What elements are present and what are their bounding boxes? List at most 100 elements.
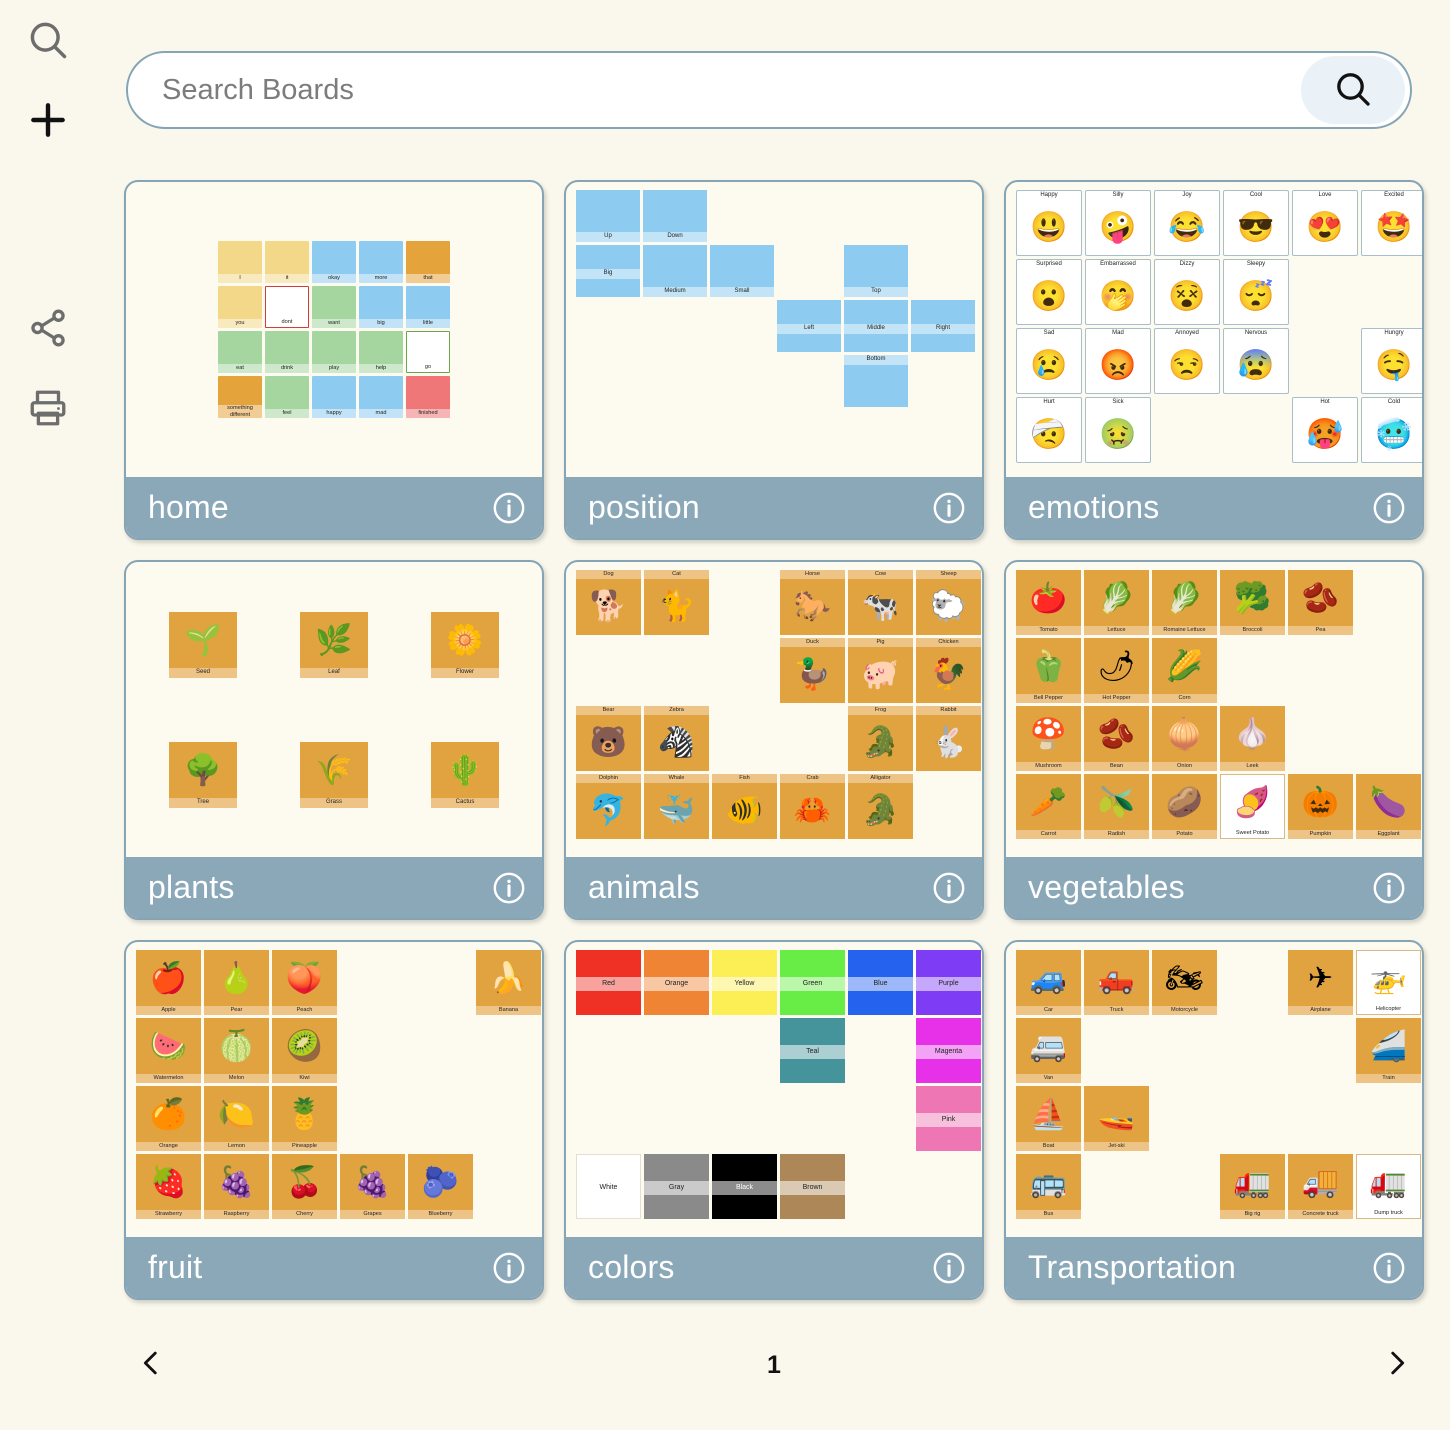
board-cell[interactable]: Nervous 😰 — [1223, 328, 1289, 394]
board-cell[interactable]: 🐈 Cat — [644, 570, 709, 635]
board-cell[interactable]: 🐓 Chicken — [916, 638, 981, 703]
board-cell[interactable]: more — [359, 241, 403, 283]
board-cell[interactable]: 🚤 Jet-ski — [1084, 1086, 1149, 1151]
board-cell[interactable]: drink — [265, 331, 309, 373]
board-cell[interactable]: Annoyed 😒 — [1154, 328, 1220, 394]
board-cell[interactable]: 🐊 Frog — [848, 706, 913, 771]
board-cell[interactable]: 🥬 Romaine Lettuce — [1152, 570, 1217, 635]
board-cell[interactable]: Teal — [780, 1018, 845, 1083]
board-cell[interactable]: Green — [780, 950, 845, 1015]
board-cell[interactable]: Pink — [916, 1086, 981, 1151]
sidebar-add-button[interactable] — [20, 92, 76, 148]
board-card-emotions[interactable]: Happy 😃 Silly 🤪 Joy 😂 Cool 😎 Love 😍 Excited 🤩 Surpri… — [1004, 180, 1424, 540]
board-cell[interactable]: 🐄 Cow — [848, 570, 913, 635]
board-card-colors[interactable]: Red Orange Yellow Green Blue Purple Teal Magent… — [564, 940, 984, 1300]
board-cell[interactable]: 🧅 Onion — [1152, 706, 1217, 771]
board-cell[interactable]: Hot 🥵 — [1292, 397, 1358, 463]
board-card-plants[interactable]: 🌱 Seed 🌿 Leaf 🌼 Flower 🌳 Tree 🌾 Grass 🌵 Cactus plant… — [124, 560, 544, 920]
board-cell[interactable]: 🚛 Big rig — [1220, 1154, 1285, 1219]
search-input[interactable] — [128, 53, 1301, 127]
board-cell[interactable]: Orange — [644, 950, 709, 1015]
board-cell[interactable]: Cool 😎 — [1223, 190, 1289, 256]
board-cell[interactable]: Love 😍 — [1292, 190, 1358, 256]
board-card-position[interactable]: Up Down Big Medium Small Top Left Middle Right Bo… — [564, 180, 984, 540]
board-cell[interactable]: 🐊 Alligator — [848, 774, 913, 839]
board-cell[interactable]: 🍆 Eggplant — [1356, 774, 1421, 839]
board-cell[interactable]: 🌼 Flower — [431, 611, 499, 678]
board-cell[interactable]: Sick 🤢 — [1085, 397, 1151, 463]
board-cell[interactable]: something different — [218, 376, 262, 418]
board-cell[interactable]: 🌾 Grass — [300, 741, 368, 808]
board-cell[interactable]: it — [265, 241, 309, 283]
search-submit-button[interactable] — [1301, 56, 1405, 124]
board-cell[interactable]: Up — [576, 190, 640, 242]
board-cell[interactable]: 🍉 Watermelon — [136, 1018, 201, 1083]
sidebar-share-button[interactable] — [20, 300, 76, 356]
board-cell[interactable]: Middle — [844, 300, 908, 352]
board-cell[interactable]: dont — [265, 286, 309, 328]
board-cell[interactable]: 🍊 Orange — [136, 1086, 201, 1151]
board-cell[interactable]: 🦓 Zebra — [644, 706, 709, 771]
board-cell[interactable]: Happy 😃 — [1016, 190, 1082, 256]
board-cell[interactable]: 🌿 Leaf — [300, 611, 368, 678]
board-cell[interactable]: 🐕 Dog — [576, 570, 641, 635]
board-cell[interactable]: Left — [777, 300, 841, 352]
board-cell[interactable]: 🫐 Blueberry — [408, 1154, 473, 1219]
board-cell[interactable]: 🐳 Whale — [644, 774, 709, 839]
board-cell[interactable]: you — [218, 286, 262, 328]
board-cell[interactable]: 🚐 Van — [1016, 1018, 1081, 1083]
board-cell[interactable]: Medium — [643, 245, 707, 297]
board-cell[interactable]: 🐑 Sheep — [916, 570, 981, 635]
board-cell[interactable]: 🌶 Hot Pepper — [1084, 638, 1149, 703]
info-icon[interactable] — [1372, 491, 1406, 525]
board-cell[interactable]: Black — [712, 1154, 777, 1219]
board-cell[interactable]: 🫒 Radish — [1084, 774, 1149, 839]
board-cell[interactable]: 🥔 Potato — [1152, 774, 1217, 839]
board-cell[interactable]: Yellow — [712, 950, 777, 1015]
board-cell[interactable]: 🐻 Bear — [576, 706, 641, 771]
board-cell[interactable]: 🍒 Cherry — [272, 1154, 337, 1219]
board-card-transportation[interactable]: 🚙 Car 🛻 Truck 🏍 Motorcycle ✈ Airplane 🚁 Helicopte… — [1004, 940, 1424, 1300]
prev-page-button[interactable] — [124, 1338, 178, 1392]
board-cell[interactable]: Joy 😂 — [1154, 190, 1220, 256]
board-cell[interactable]: Down — [643, 190, 707, 242]
info-icon[interactable] — [932, 491, 966, 525]
board-cell[interactable]: 🚛 Dump truck — [1356, 1154, 1421, 1219]
info-icon[interactable] — [492, 1251, 526, 1285]
board-cell[interactable]: Small — [710, 245, 774, 297]
board-cell[interactable]: Embarrassed 🤭 — [1085, 259, 1151, 325]
board-cell[interactable]: Magenta — [916, 1018, 981, 1083]
board-cell[interactable]: happy — [312, 376, 356, 418]
board-cell[interactable]: 🛻 Truck — [1084, 950, 1149, 1015]
board-cell[interactable]: Purple — [916, 950, 981, 1015]
board-cell[interactable]: 🦀 Crab — [780, 774, 845, 839]
board-cell[interactable]: ✈ Airplane — [1288, 950, 1353, 1015]
board-cell[interactable]: Big — [576, 245, 640, 297]
board-cell[interactable]: Surprised 😮 — [1016, 259, 1082, 325]
board-cell[interactable]: that — [406, 241, 450, 283]
board-cell[interactable]: Sad 😢 — [1016, 328, 1082, 394]
board-cell[interactable]: White — [576, 1154, 641, 1219]
board-cell[interactable]: 🚌 Bus — [1016, 1154, 1081, 1219]
board-cell[interactable]: Hungry 🤤 — [1361, 328, 1422, 394]
board-cell[interactable]: 🍇 Grapes — [340, 1154, 405, 1219]
board-card-home[interactable]: Iit okay more that you dont want big little eat dr… — [124, 180, 544, 540]
board-cell[interactable]: 🫑 Bell Pepper — [1016, 638, 1081, 703]
board-card-animals[interactable]: 🐕 Dog 🐈 Cat 🐎 Horse 🐄 Cow 🐑 Sheep 🦆 Duck 🐖 Pig 🐓 Chicke… — [564, 560, 984, 920]
board-cell[interactable]: 🍑 Peach — [272, 950, 337, 1015]
board-cell[interactable]: want — [312, 286, 356, 328]
info-icon[interactable] — [1372, 1251, 1406, 1285]
board-cell[interactable]: 🥕 Carrot — [1016, 774, 1081, 839]
board-cell[interactable]: 🚙 Car — [1016, 950, 1081, 1015]
info-icon[interactable] — [1372, 871, 1406, 905]
board-cell[interactable]: 🫘 Bean — [1084, 706, 1149, 771]
board-cell[interactable]: okay — [312, 241, 356, 283]
board-cell[interactable]: 🐎 Horse — [780, 570, 845, 635]
board-cell[interactable]: 🌵 Cactus — [431, 741, 499, 808]
board-cell[interactable]: 🫘 Pea — [1288, 570, 1353, 635]
board-cell[interactable]: Right — [911, 300, 975, 352]
board-card-vegetables[interactable]: 🍅 Tomato 🥬 Lettuce 🥬 Romaine Lettuce 🥦 Broccoli… — [1004, 560, 1424, 920]
board-cell[interactable]: 🧄 Leek — [1220, 706, 1285, 771]
board-cell[interactable]: 🚄 Train — [1356, 1018, 1421, 1083]
board-cell[interactable]: 🦆 Duck — [780, 638, 845, 703]
